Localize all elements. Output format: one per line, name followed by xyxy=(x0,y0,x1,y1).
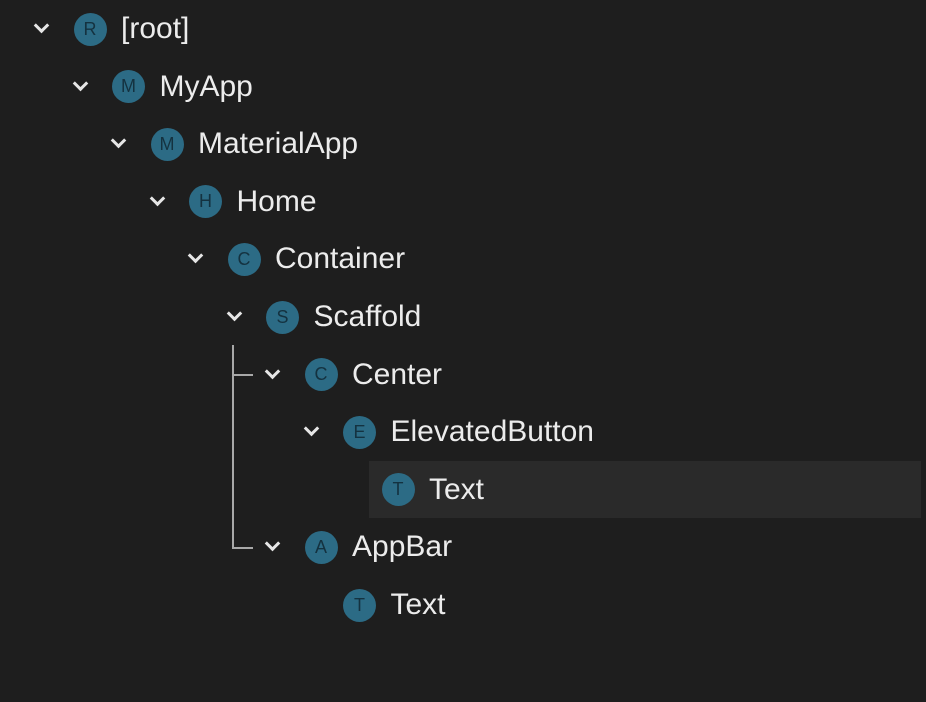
widget-badge-icon: R xyxy=(73,12,107,46)
tree-node-myapp[interactable]: M MyApp xyxy=(0,58,921,115)
node-label: Container xyxy=(275,242,406,276)
widget-badge-icon: C xyxy=(227,242,261,276)
tree-guide-branch xyxy=(232,374,253,376)
chevron-down-icon[interactable] xyxy=(226,305,242,322)
widget-badge-icon: M xyxy=(112,70,145,104)
widget-badge-icon: H xyxy=(189,185,222,219)
tree-node-appbar[interactable]: A AppBar xyxy=(0,519,921,576)
widget-badge-icon: T xyxy=(343,588,376,622)
node-label: ElevatedButton xyxy=(390,415,594,449)
node-label: [root] xyxy=(121,12,190,45)
tree-node-elevatedbutton[interactable]: E ElevatedButton xyxy=(0,404,921,461)
widget-badge-icon: S xyxy=(266,300,299,334)
widget-badge-icon: C xyxy=(304,358,338,392)
chevron-down-icon[interactable] xyxy=(187,248,204,264)
chevron-down-icon[interactable] xyxy=(33,17,50,34)
node-label: AppBar xyxy=(352,530,453,564)
chevron-down-icon[interactable] xyxy=(110,132,127,149)
tree-node-center[interactable]: C Center xyxy=(0,346,921,403)
tree-node-text[interactable]: T Text xyxy=(0,577,921,634)
widget-badge-icon: T xyxy=(381,473,415,507)
tree-node-materialapp[interactable]: M MaterialApp xyxy=(0,116,921,173)
node-label: Scaffold xyxy=(313,300,422,333)
tree-node-container[interactable]: C Container xyxy=(0,231,921,288)
chevron-down-icon[interactable] xyxy=(303,420,319,437)
node-label: Center xyxy=(352,357,443,391)
tree-node-text[interactable]: T Text xyxy=(369,461,921,519)
widget-badge-icon: M xyxy=(150,127,184,161)
node-label: MaterialApp xyxy=(198,127,359,161)
tree-guide-branch xyxy=(232,547,253,549)
tree-node-scaffold[interactable]: S Scaffold xyxy=(0,289,921,346)
node-label: Home xyxy=(236,184,317,218)
widget-badge-icon: A xyxy=(304,530,338,564)
node-label: Text xyxy=(429,472,485,506)
node-label: Text xyxy=(390,588,446,621)
chevron-down-icon[interactable] xyxy=(264,536,281,552)
tree-node-root[interactable]: R [root] xyxy=(0,1,921,58)
widget-badge-icon: E xyxy=(343,415,376,449)
chevron-down-icon[interactable] xyxy=(72,75,88,91)
chevron-down-icon[interactable] xyxy=(264,363,281,379)
node-label: MyApp xyxy=(159,69,253,103)
tree-node-home[interactable]: H Home xyxy=(0,173,921,230)
chevron-down-icon[interactable] xyxy=(149,190,165,207)
